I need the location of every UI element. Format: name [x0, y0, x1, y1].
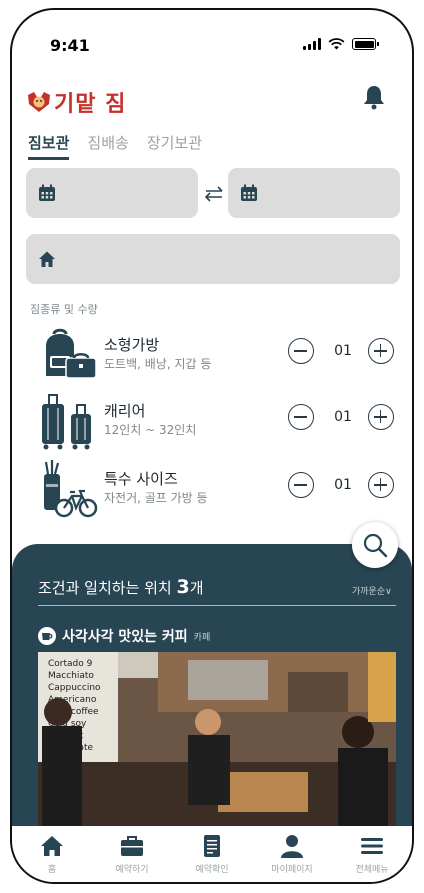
start-date-field[interactable] — [26, 168, 198, 218]
decrease-quantity-button[interactable] — [288, 472, 314, 498]
results-divider — [38, 605, 396, 606]
home-icon — [39, 251, 55, 267]
search-button[interactable] — [352, 522, 398, 568]
nav-label: 마이페이지 — [271, 865, 313, 875]
luggage-description: 도트백, 배낭, 지갑 등 — [104, 357, 212, 371]
quantity-value: 01 — [334, 343, 352, 359]
luggage-name: 특수 사이즈 — [104, 470, 178, 488]
svg-text:Cortado 9: Cortado 9 — [48, 659, 93, 669]
address-field[interactable] — [26, 234, 400, 284]
results-heading: 조건과 일치하는 위치 3개 — [38, 576, 204, 598]
results-heading-text: 조건과 일치하는 위치 — [38, 579, 172, 597]
luggage-row-carrier: 캐리어 12인치 ~ 32인치 01 — [12, 392, 412, 452]
suitcase-icon — [42, 394, 91, 450]
nav-label: 전체메뉴 — [355, 865, 389, 875]
nav-my-page[interactable]: 마이페이지 — [254, 834, 330, 882]
location-name: 사각사각 맛있는 커피 — [62, 629, 188, 645]
quantity-value: 01 — [334, 409, 352, 425]
search-icon — [363, 533, 388, 558]
nav-label: 홈 — [47, 865, 57, 875]
cafe-photo[interactable]: Cortado 9 Macchiato Cappuccino Americano… — [38, 652, 396, 832]
nav-reserve[interactable]: 예약하기 — [94, 834, 170, 882]
status-bar: 9:41 — [12, 10, 412, 70]
nav-check-reservation[interactable]: 예약확인 — [174, 834, 250, 882]
sort-dropdown[interactable]: 가까운순∨ — [352, 584, 392, 597]
luggage-description: 12인치 ~ 32인치 — [104, 423, 197, 437]
nav-home[interactable]: 홈 — [14, 834, 90, 882]
status-time: 9:41 — [50, 36, 90, 55]
battery-icon — [352, 38, 379, 50]
increase-quantity-button[interactable] — [368, 472, 394, 498]
wifi-icon — [328, 38, 345, 50]
status-icons — [303, 38, 379, 50]
nav-label: 예약확인 — [195, 865, 229, 875]
luggage-row-small-bag: 소형가방 도트백, 배낭, 지갑 등 01 — [12, 326, 412, 386]
golf-bike-icon — [44, 460, 98, 518]
menu-icon — [361, 838, 383, 854]
logo-mascot-icon — [28, 92, 50, 112]
person-icon — [281, 835, 303, 858]
quantity-value: 01 — [334, 477, 352, 493]
luggage-name: 소형가방 — [104, 336, 160, 354]
calendar-icon — [39, 184, 55, 201]
document-icon — [204, 835, 220, 857]
luggage-row-special-size: 특수 사이즈 자전거, 골프 가방 등 01 — [12, 460, 412, 520]
app-logo[interactable]: 기맡 짐 — [26, 86, 126, 118]
results-count: 3 — [176, 576, 190, 598]
results-count-suffix: 개 — [189, 579, 204, 597]
location-category: 카페 — [193, 632, 211, 643]
luggage-name: 캐리어 — [104, 402, 146, 420]
location-card-header[interactable]: 사각사각 맛있는 커피 카페 — [38, 626, 210, 646]
phone-frame: 9:41 기맡 짐 짐보관 짐배송 장기보관 짐종류 및 수량 소형가방 도트백… — [10, 8, 414, 884]
increase-quantity-button[interactable] — [368, 404, 394, 430]
svg-text:Cappuccino: Cappuccino — [48, 683, 101, 693]
decrease-quantity-button[interactable] — [288, 404, 314, 430]
home-icon — [41, 836, 63, 856]
svg-text:Macchiato: Macchiato — [48, 671, 94, 681]
notification-bell-icon[interactable] — [362, 84, 386, 110]
calendar-icon — [241, 184, 257, 201]
luggage-section-label: 짐종류 및 수량 — [30, 303, 98, 316]
service-tabs: 짐보관 짐배송 장기보관 — [28, 132, 202, 160]
tab-storage[interactable]: 짐보관 — [28, 132, 70, 160]
coffee-cup-icon — [38, 627, 56, 645]
tab-long-term[interactable]: 장기보관 — [147, 132, 202, 160]
end-date-field[interactable] — [228, 168, 400, 218]
decrease-quantity-button[interactable] — [288, 338, 314, 364]
swap-arrows-icon[interactable] — [204, 186, 224, 202]
tab-delivery[interactable]: 짐배송 — [87, 132, 128, 160]
cellular-signal-icon — [303, 38, 321, 50]
nav-full-menu[interactable]: 전체메뉴 — [334, 834, 410, 882]
briefcase-icon — [121, 836, 143, 856]
bottom-navigation: 홈 예약하기 예약확인 마이페이지 전체메뉴 — [12, 826, 412, 882]
logo-text: 기맡 짐 — [54, 91, 127, 117]
small-bag-icon — [46, 328, 97, 379]
nav-label: 예약하기 — [115, 865, 149, 875]
increase-quantity-button[interactable] — [368, 338, 394, 364]
luggage-description: 자전거, 골프 가방 등 — [104, 491, 208, 505]
